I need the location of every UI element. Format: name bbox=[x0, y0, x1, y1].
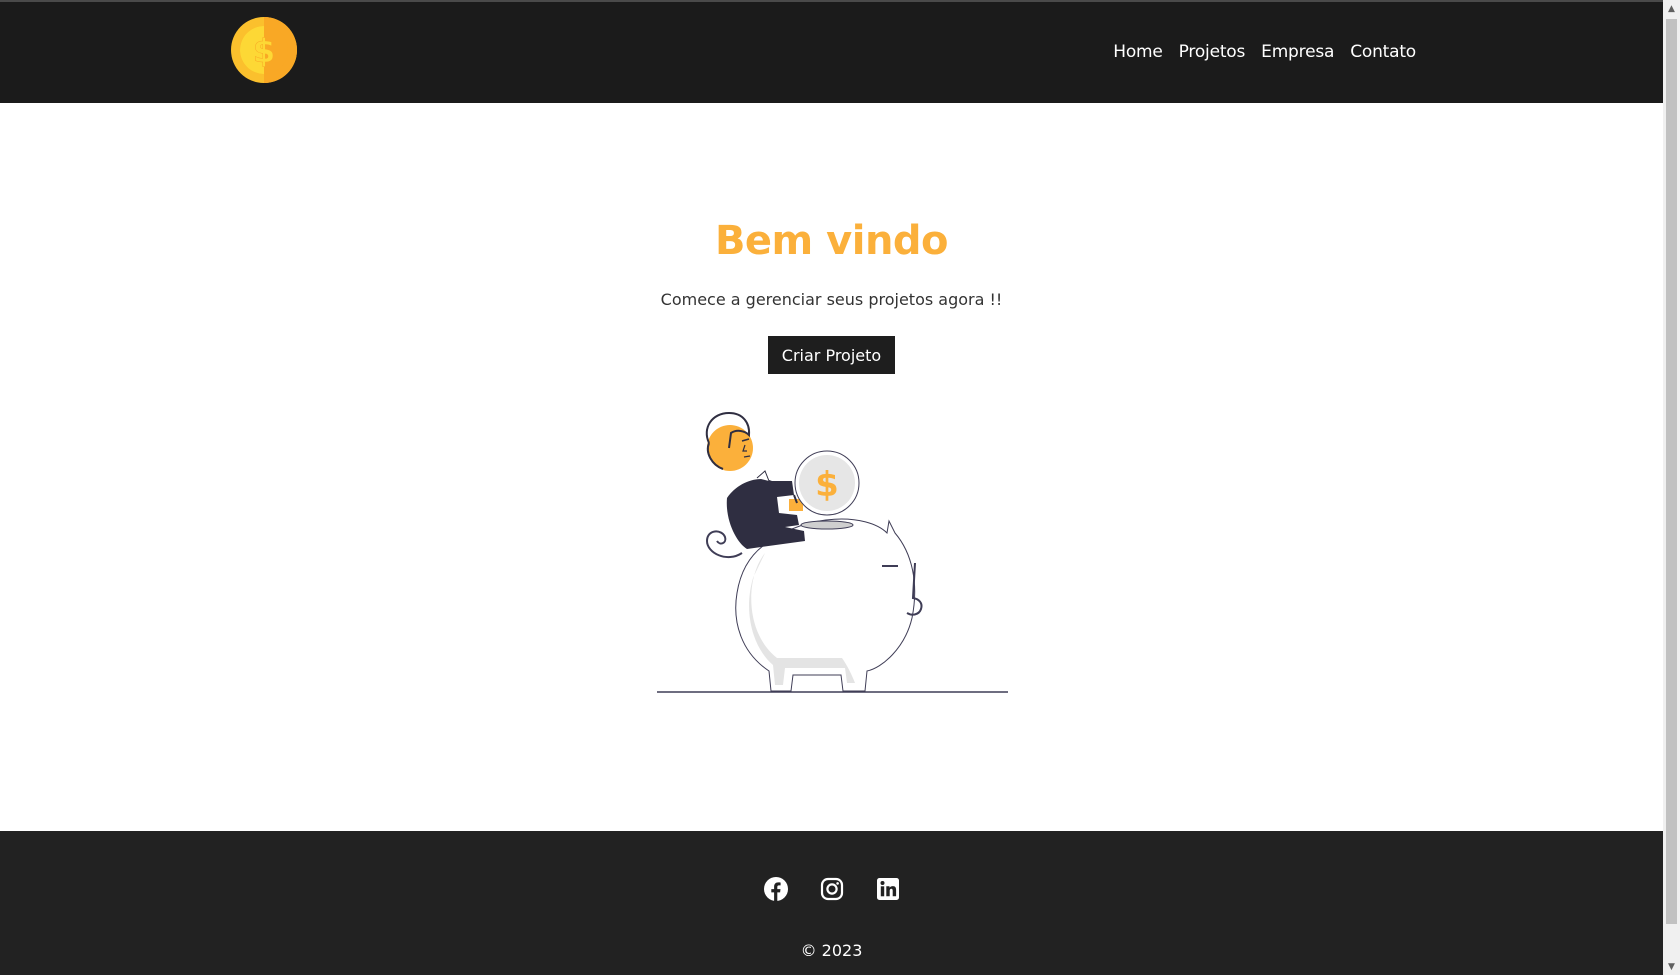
copyright-text: © 2023 bbox=[800, 941, 863, 960]
svg-text:$: $ bbox=[253, 32, 275, 70]
piggy-bank-illustration: $ bbox=[657, 411, 1008, 693]
linkedin-icon[interactable] bbox=[876, 877, 900, 901]
scroll-down-arrow-icon[interactable]: ▼ bbox=[1663, 958, 1680, 975]
navbar: $ Home Projetos Empresa Contato bbox=[0, 2, 1663, 103]
hero-section: Bem vindo Comece a gerenciar seus projet… bbox=[0, 103, 1663, 831]
nav-link-projetos[interactable]: Projetos bbox=[1179, 42, 1246, 62]
nav-link-contato[interactable]: Contato bbox=[1350, 42, 1416, 62]
scrollbar-thumb[interactable] bbox=[1666, 19, 1677, 924]
page: $ Home Projetos Empresa Contato Bem vind… bbox=[0, 0, 1663, 975]
scroll-up-arrow-icon[interactable]: ▲ bbox=[1663, 0, 1680, 17]
create-project-button[interactable]: Criar Projeto bbox=[768, 336, 895, 374]
hero-subtitle: Comece a gerenciar seus projetos agora !… bbox=[660, 290, 1003, 309]
dollar-coin-logo-icon[interactable]: $ bbox=[231, 17, 297, 83]
social-links bbox=[0, 877, 1663, 901]
hero-title: Bem vindo bbox=[714, 218, 949, 264]
instagram-icon[interactable] bbox=[820, 877, 844, 901]
nav-link-home[interactable]: Home bbox=[1113, 42, 1163, 62]
footer: © 2023 bbox=[0, 831, 1663, 975]
facebook-icon[interactable] bbox=[763, 877, 788, 901]
nav-link-empresa[interactable]: Empresa bbox=[1261, 42, 1334, 62]
vertical-scrollbar[interactable]: ▲ ▼ bbox=[1663, 0, 1680, 975]
nav-links: Home Projetos Empresa Contato bbox=[1113, 42, 1416, 62]
svg-text:$: $ bbox=[815, 465, 839, 505]
